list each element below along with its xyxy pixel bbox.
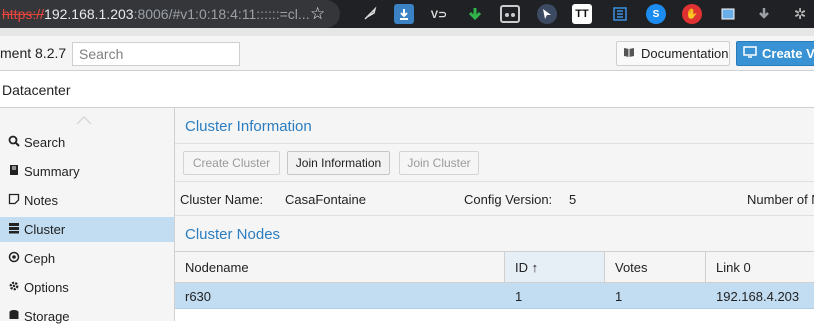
sidebar-item-label: Ceph	[24, 251, 56, 266]
book-icon	[0, 164, 24, 179]
sidebar-item-summary[interactable]: Summary	[0, 159, 174, 184]
cluster-info-header: Cluster Information	[175, 108, 814, 144]
search-input[interactable]	[72, 42, 240, 66]
join-information-button[interactable]: Join Information	[287, 151, 390, 175]
hand-icon[interactable]: ✋	[682, 4, 702, 24]
breadcrumb-datacenter[interactable]: Datacenter	[2, 82, 70, 98]
sidebar-item-search[interactable]: Search	[0, 130, 174, 155]
sidebar-item-label: Search	[24, 135, 66, 150]
config-version-label: Config Version:	[464, 192, 553, 207]
gear-icon[interactable]: ✲	[790, 4, 810, 24]
documentation-button[interactable]: Documentation	[616, 41, 730, 66]
list-icon[interactable]	[610, 4, 630, 24]
product-version: ment 8.2.7	[0, 45, 67, 61]
url-text[interactable]: https://192.168.1.203:8006/#v1:0:18:4:11…	[0, 6, 310, 22]
app-toolbar: ment 8.2.7 Documentation Create VM	[0, 36, 814, 71]
feather-icon[interactable]	[360, 4, 380, 24]
server-icon	[0, 222, 24, 237]
cell-id: 1	[515, 288, 523, 304]
cell-votes: 1	[615, 288, 623, 304]
url-path: :8006/#v1:0:18:4:11::::::=cl...	[133, 6, 310, 22]
ceph-icon	[0, 251, 24, 266]
download-gray-icon[interactable]	[754, 4, 774, 24]
main-content: Cluster Information Create Cluster Join …	[175, 108, 814, 321]
table-row[interactable]: r630 1 1 192.168.4.203	[175, 283, 814, 309]
column-header-link0[interactable]: Link 0	[706, 252, 814, 282]
join-cluster-button[interactable]: Join Cluster	[399, 151, 479, 175]
sidebar-item-label: Notes	[24, 193, 58, 208]
url-scheme: https://	[2, 6, 45, 22]
config-version-value: 5	[569, 192, 577, 207]
sidebar-item-label: Cluster	[24, 222, 66, 237]
cursor-icon[interactable]	[537, 4, 557, 24]
cluster-nodes-header: Cluster Nodes	[175, 216, 814, 252]
bookmark-star-icon[interactable]: ☆	[310, 5, 328, 23]
cell-link0: 192.168.4.203	[716, 288, 800, 304]
column-header-nodename[interactable]: Nodename	[175, 252, 505, 282]
address-bar[interactable]: https://192.168.1.203:8006/#v1:0:18:4:11…	[0, 0, 340, 28]
sidebar-item-ceph[interactable]: Ceph	[0, 246, 174, 271]
documentation-label: Documentation	[641, 46, 729, 61]
column-header-votes[interactable]: Votes	[605, 252, 706, 282]
number-of-nodes-label: Number of N	[747, 192, 814, 207]
browser-chrome: https://192.168.1.203:8006/#v1:0:18:4:11…	[0, 0, 814, 28]
sidebar-item-cluster[interactable]: Cluster	[0, 217, 174, 242]
sidebar-item-options[interactable]: Options	[0, 275, 174, 300]
vd-icon[interactable]: V⊃	[429, 4, 449, 24]
cluster-nodes-title: Cluster Nodes	[185, 226, 281, 243]
sidebar-item-label: Summary	[24, 164, 80, 179]
monitor-icon	[743, 46, 757, 61]
chevron-up-icon[interactable]	[76, 113, 92, 125]
sidebar-item-label: Storage	[24, 309, 70, 324]
picture-icon[interactable]	[718, 4, 738, 24]
tt-icon[interactable]: TT	[572, 4, 592, 24]
cluster-toolbar: Create Cluster Join Information Join Clu…	[175, 144, 814, 182]
column-header-id[interactable]: ID ↑	[505, 252, 605, 282]
meter-icon[interactable]	[500, 5, 520, 23]
cluster-name-value: CasaFontaine	[285, 192, 366, 207]
arrow-down-icon[interactable]	[465, 4, 485, 24]
sidebar-item-notes[interactable]: Notes	[0, 188, 174, 213]
create-vm-button[interactable]: Create VM	[736, 41, 814, 66]
cluster-name-label: Cluster Name:	[180, 192, 264, 207]
cell-nodename: r630	[185, 288, 212, 304]
sidebar-item-label: Options	[24, 280, 69, 295]
book-icon	[623, 46, 635, 61]
shazam-icon[interactable]: S	[646, 4, 666, 24]
sidebar: Search Summary Notes Cluster Ceph Option…	[0, 108, 175, 324]
gear-icon	[0, 280, 24, 295]
toolbar-top-strip	[0, 28, 814, 36]
create-vm-label: Create VM	[762, 46, 814, 61]
notes-icon	[0, 193, 24, 208]
search-icon	[0, 135, 24, 150]
database-icon	[0, 309, 24, 324]
url-host: 192.168.1.203	[44, 6, 134, 22]
cluster-info-row: Cluster Name: CasaFontaine Config Versio…	[175, 182, 814, 216]
sidebar-item-storage[interactable]: Storage	[0, 304, 174, 329]
download-icon[interactable]	[394, 4, 414, 24]
create-cluster-button[interactable]: Create Cluster	[183, 151, 280, 175]
breadcrumb: Datacenter	[0, 71, 814, 108]
cluster-info-title: Cluster Information	[185, 118, 312, 135]
nodes-grid-header: Nodename ID ↑ Votes Link 0	[175, 252, 814, 283]
